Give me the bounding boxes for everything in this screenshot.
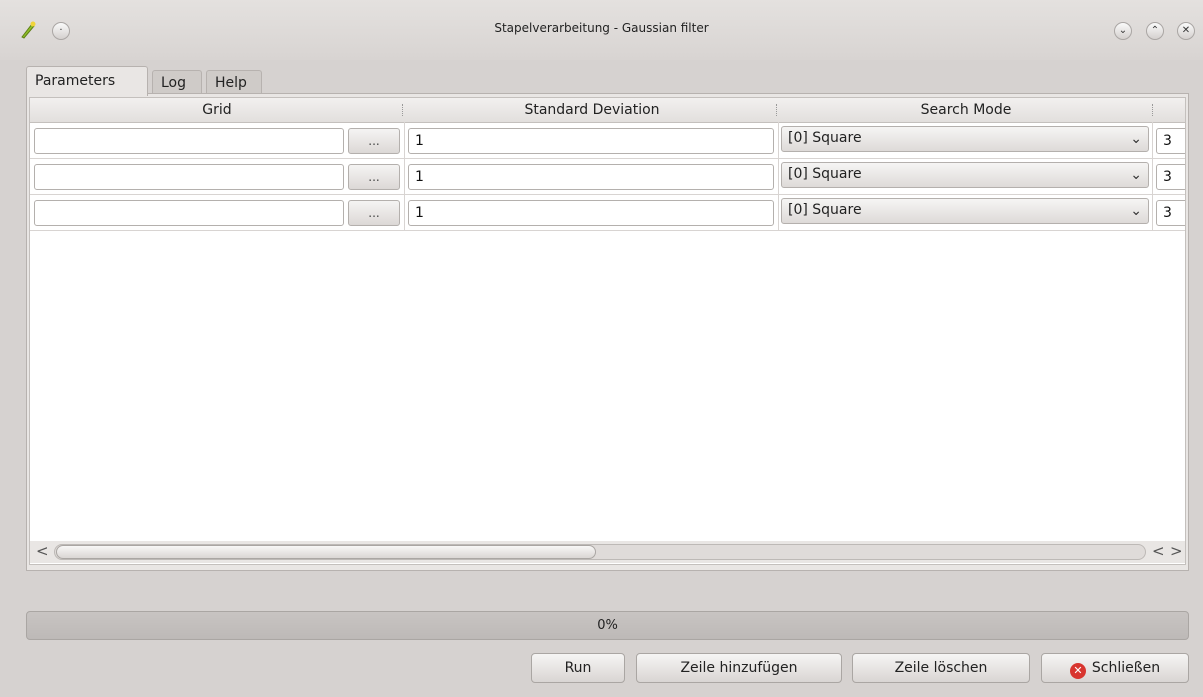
tab-log[interactable]: Log	[152, 70, 202, 94]
scroll-left-icon[interactable]: <	[36, 542, 49, 560]
add-row-button[interactable]: Zeile hinzufügen	[636, 653, 842, 683]
std-dev-input[interactable]: 1	[408, 164, 774, 190]
scroll-left-icon[interactable]: <	[1152, 542, 1165, 560]
tab-help[interactable]: Help	[206, 70, 262, 94]
std-dev-input[interactable]: 1	[408, 200, 774, 226]
run-button[interactable]: Run	[531, 653, 625, 683]
search-mode-value: [0] Square	[788, 130, 862, 146]
chevron-down-icon: ⌄	[1130, 131, 1142, 147]
browse-button[interactable]: ...	[348, 128, 400, 154]
column-resize-handle[interactable]	[402, 104, 405, 116]
search-mode-value: [0] Square	[788, 202, 862, 218]
std-dev-input[interactable]: 1	[408, 128, 774, 154]
maximize-button[interactable]: ⌃	[1146, 22, 1164, 40]
search-mode-select[interactable]: [0] Square ⌄	[781, 162, 1149, 188]
maximize-icon: ⌃	[1150, 25, 1160, 36]
browse-button[interactable]: ...	[348, 164, 400, 190]
title-bar: · Stapelverarbeitung - Gaussian filter ⌄…	[0, 0, 1203, 60]
search-mode-select[interactable]: [0] Square ⌄	[781, 126, 1149, 152]
column-resize-handle[interactable]	[776, 104, 779, 116]
batch-table: Grid Standard Deviation Search Mode ... …	[29, 97, 1186, 565]
progress-text: 0%	[597, 618, 618, 633]
delete-row-button[interactable]: Zeile löschen	[852, 653, 1030, 683]
minimize-icon: ⌄	[1118, 25, 1128, 36]
scroll-right-icon[interactable]: >	[1170, 542, 1183, 560]
search-mode-value: [0] Square	[788, 166, 862, 182]
table-row: ... 1 [0] Square ⌄ 3	[30, 158, 1185, 195]
minimize-button[interactable]: ⌄	[1114, 22, 1132, 40]
grid-input[interactable]	[34, 128, 344, 154]
close-button[interactable]: ✕ Schließen	[1041, 653, 1189, 683]
window-title: Stapelverarbeitung - Gaussian filter	[494, 21, 709, 35]
scrollbar-thumb[interactable]	[56, 545, 596, 559]
search-mode-select[interactable]: [0] Square ⌄	[781, 198, 1149, 224]
table-row: ... 1 [0] Square ⌄ 3	[30, 194, 1185, 231]
tab-parameters[interactable]: Parameters	[26, 66, 148, 96]
column-header-grid[interactable]: Grid	[30, 98, 404, 122]
close-button-label: Schließen	[1091, 660, 1161, 676]
column-header-search-mode[interactable]: Search Mode	[780, 98, 1152, 122]
column-header-standard-deviation[interactable]: Standard Deviation	[406, 98, 778, 122]
close-icon: ✕	[1181, 25, 1191, 36]
progress-bar: 0%	[26, 611, 1189, 640]
extra-param-input[interactable]: 3	[1156, 128, 1185, 154]
column-resize-handle[interactable]	[1152, 104, 1155, 116]
grid-input[interactable]	[34, 200, 344, 226]
chevron-down-icon: ⌄	[1130, 167, 1142, 183]
close-window-button[interactable]: ✕	[1177, 22, 1195, 40]
table-header: Grid Standard Deviation Search Mode	[30, 98, 1185, 123]
table-row: ... 1 [0] Square ⌄ 3	[30, 122, 1185, 159]
browse-button[interactable]: ...	[348, 200, 400, 226]
chevron-down-icon: ⌄	[1130, 203, 1142, 219]
close-red-icon: ✕	[1069, 663, 1086, 679]
extra-param-input[interactable]: 3	[1156, 164, 1185, 190]
horizontal-scrollbar[interactable]: < < >	[30, 541, 1185, 563]
extra-param-input[interactable]: 3	[1156, 200, 1185, 226]
grid-input[interactable]	[34, 164, 344, 190]
parameters-panel: Grid Standard Deviation Search Mode ... …	[26, 93, 1189, 571]
